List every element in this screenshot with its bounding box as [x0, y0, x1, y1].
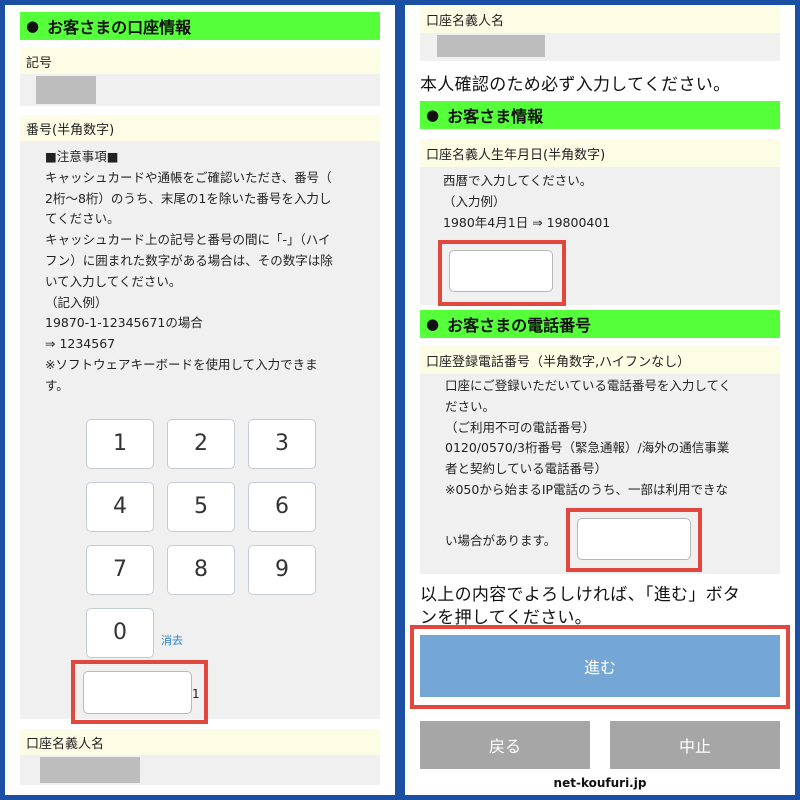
phone-label-bar: 口座登録電話番号（半角数字,ハイフンなし） [420, 346, 780, 374]
number-label: 番号(半角数字) [26, 122, 115, 138]
customer-info-header-label: お客さま情報 [447, 107, 544, 126]
phone-number-input[interactable] [577, 518, 691, 560]
keypad-key-1[interactable]: 1 [86, 419, 154, 469]
holder-label-bar-right: 口座名義人名 [420, 5, 780, 33]
note-line: す。 [45, 377, 69, 393]
note-line: キャッシュカード上の記号と番号の間に「-」（ハイ [45, 232, 331, 248]
right-panel: 口座名義人名 本人確認のため必ず入力してください。 ● お客さま情報 口座名義人… [405, 5, 795, 795]
holder-label-right: 口座名義人名 [426, 13, 505, 29]
birth-section: 西暦で入力してください。 （入力例） 1980年4月1日 ⇒ 19800401 [420, 167, 780, 306]
keypad-key-4[interactable]: 4 [86, 482, 154, 532]
keypad-key-7[interactable]: 7 [86, 545, 154, 595]
keypad-key-5[interactable]: 5 [167, 482, 235, 532]
proceed-button[interactable]: 進む [420, 635, 780, 697]
note-line: 19870-1-12345671の場合 [45, 315, 203, 331]
note-line: いて入力してください。 [45, 273, 182, 289]
note-line: ■注意事項■ [45, 149, 119, 164]
birth-note-line: （入力例） [443, 193, 506, 209]
phone-label: 口座登録電話番号（半角数字,ハイフンなし） [426, 354, 691, 370]
holder-label: 口座名義人名 [26, 736, 105, 752]
holder-value-masked [40, 757, 140, 783]
note-line: フン）に囲まれた数字がある場合は、その数字は除 [45, 252, 333, 268]
note-line: ※ソフトウェアキーボードを使用して入力できま [45, 356, 318, 372]
note-line: てください。 [45, 211, 120, 227]
proceed-instruction-line-1: 以上の内容でよろしければ、「進む」ボタ [420, 585, 741, 605]
holder-value-masked-right [437, 35, 545, 57]
holder-value-row-right [420, 33, 780, 61]
number-notes: ■注意事項■ キャッシュカードや通帳をご確認いただき、番号（ 2桁〜8桁）のうち… [20, 141, 380, 724]
back-button[interactable]: 戻る [420, 721, 590, 769]
keypad-key-2[interactable]: 2 [167, 419, 235, 469]
birth-note-line: 1980年4月1日 ⇒ 19800401 [443, 214, 611, 230]
birth-note-line: 西暦で入力してください。 [443, 173, 593, 188]
confirm-instruction: 本人確認のため必ず入力してください。 [420, 75, 731, 95]
customer-info-header: ● お客さま情報 [420, 101, 780, 129]
bullet-icon: ● [426, 106, 440, 124]
symbol-label: 記号 [26, 55, 53, 71]
phone-note-line: （ご利用不可の電話番号） [445, 419, 596, 435]
account-info-header-label: お客さまの口座情報 [47, 18, 192, 37]
symbol-value-masked [36, 76, 96, 104]
birth-date-input[interactable] [449, 250, 553, 292]
note-line: ⇒ 1234567 [45, 336, 116, 352]
phone-header-label: お客さまの電話番号 [447, 316, 592, 335]
symbol-value-row [20, 74, 380, 106]
holder-label-bar: 口座名義人名 [20, 729, 380, 755]
phone-note-line: 者と契約している電話番号） [445, 461, 608, 477]
site-domain-tag: net-koufuri.jp [540, 771, 660, 795]
keypad-key-9[interactable]: 9 [248, 545, 316, 595]
phone-section: 口座にご登録いただいている電話番号を入力してく ださい。 （ご利用不可の電話番号… [420, 374, 780, 574]
left-panel: ● お客さまの口座情報 記号 番号(半角数字) ■注意事項■ キャッシュカードや… [5, 5, 395, 795]
keypad-key-3[interactable]: 3 [248, 419, 316, 469]
symbol-label-bar: 記号 [20, 48, 380, 74]
phone-note-line: ※050から始まるIP電話のうち、一部は利用できな [445, 481, 729, 497]
keypad-clear-link[interactable]: 消去 [161, 631, 183, 652]
phone-header: ● お客さまの電話番号 [420, 310, 780, 338]
phone-note-line: 0120/0570/3桁番号（緊急通報）/海外の通信事業 [445, 440, 730, 456]
cancel-button[interactable]: 中止 [610, 721, 780, 769]
number-label-bar: 番号(半角数字) [20, 115, 380, 141]
keypad-key-0[interactable]: 0 [86, 608, 154, 658]
keypad-key-6[interactable]: 6 [248, 482, 316, 532]
bullet-icon: ● [426, 315, 440, 333]
note-line: 2桁〜8桁）のうち、末尾の1を除いた番号を入力し [45, 190, 332, 206]
note-line: キャッシュカードや通帳をご確認いただき、番号（ [45, 169, 332, 185]
account-info-header: ● お客さまの口座情報 [20, 12, 380, 40]
birth-label: 口座名義人生年月日(半角数字) [426, 147, 606, 163]
note-line: （記入例） [45, 294, 108, 310]
phone-note-line: ださい。 [445, 398, 496, 414]
birth-label-bar: 口座名義人生年月日(半角数字) [420, 139, 780, 167]
phone-note-line: 口座にご登録いただいている電話番号を入力してく [445, 378, 732, 393]
number-input[interactable] [83, 671, 192, 714]
phone-note-line-last: い場合があります。 [445, 533, 557, 548]
bullet-icon: ● [26, 17, 40, 35]
holder-value-row [20, 755, 380, 785]
keypad-key-8[interactable]: 8 [167, 545, 235, 595]
number-suffix-digit: 1 [192, 687, 200, 701]
